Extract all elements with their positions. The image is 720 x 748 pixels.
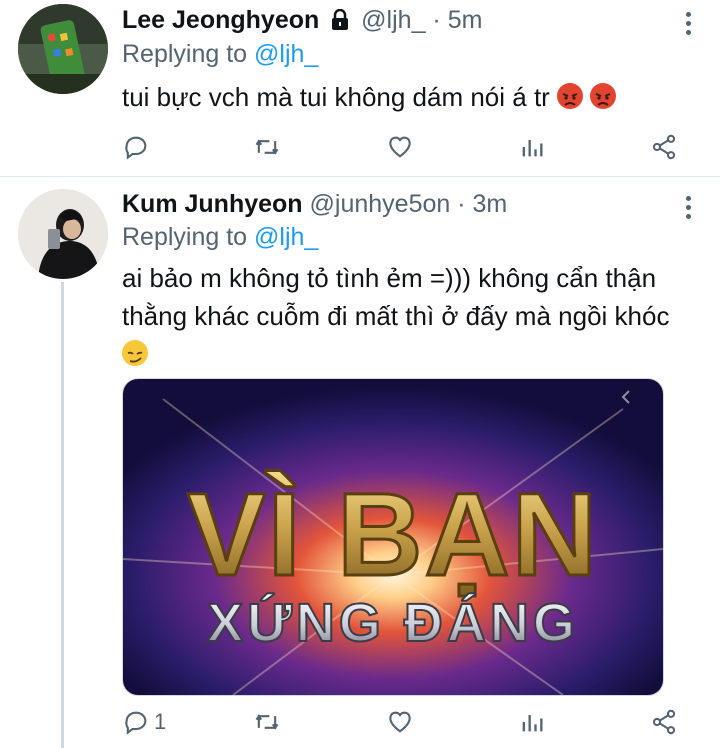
tweet-text-line-1: ai bảo m không tỏ tình ẻm =))) không cẩn… <box>122 263 657 293</box>
author-name[interactable]: Lee Jeonghyeon <box>122 6 319 34</box>
analytics-button[interactable] <box>518 130 546 164</box>
author-handle[interactable]: @ljh_ <box>361 6 425 34</box>
separator-dot: · <box>457 190 466 218</box>
angry-face-icon <box>557 83 584 109</box>
analytics-icon <box>522 715 543 732</box>
reply-icon <box>125 711 147 735</box>
retweet-button[interactable] <box>253 130 281 164</box>
author-handle[interactable]: @junhye5on <box>310 190 451 218</box>
tweet-1[interactable]: Lee Jeonghyeon @ljh_ · 5m Replying to @l… <box>0 0 720 176</box>
like-icon <box>389 711 411 733</box>
share-button[interactable] <box>650 705 678 739</box>
tweet-text: ai bảo m không tỏ tình ẻm =))) không cẩn… <box>122 259 712 373</box>
tweet-2[interactable]: Kum Junhyeon @junhye5on · 3m Replying to… <box>0 177 720 748</box>
reply-count: 1 <box>154 709 167 734</box>
replying-prefix: Replying to <box>122 223 248 251</box>
tweet-text-content: tui bực vch mà tui không dám nói á tr <box>122 82 550 112</box>
author-name[interactable]: Kum Junhyeon <box>122 190 303 218</box>
timestamp[interactable]: 5m <box>448 6 483 34</box>
mention-link[interactable]: @ljh_ <box>254 223 318 251</box>
media-text-bottom: XỨNG ĐÁNG <box>207 593 579 653</box>
share-icon <box>652 709 676 735</box>
tweet-text-line-2: thằng khác cuỗm đi mất thì ở đấy mà ngồi… <box>122 301 670 331</box>
share-icon <box>652 134 676 160</box>
lock-icon <box>330 8 350 38</box>
reply-icon <box>125 136 147 160</box>
reply-button[interactable]: 1 <box>122 705 166 739</box>
tweet-actions <box>122 130 692 164</box>
reply-button[interactable] <box>122 130 150 164</box>
avatar-image <box>18 189 108 279</box>
author-line: Kum Junhyeon @junhye5on · 3m <box>122 190 507 219</box>
tweet-text: tui bực vch mà tui không dám nói á tr <box>122 78 712 116</box>
media-graphic: VÌ BẠN XỨNG ĐÁNG <box>123 379 663 695</box>
avatar[interactable] <box>18 189 108 279</box>
author-line: Lee Jeonghyeon @ljh_ · 5m <box>122 6 482 38</box>
analytics-button[interactable] <box>518 705 546 739</box>
media-text-top: VÌ BẠN <box>187 469 599 601</box>
retweet-icon <box>255 714 279 730</box>
tweet-actions: 1 <box>122 705 692 739</box>
thread-line <box>61 282 64 748</box>
like-button[interactable] <box>386 130 414 164</box>
analytics-icon <box>522 140 543 157</box>
replying-prefix: Replying to <box>122 40 248 68</box>
replying-to: Replying to @ljh_ <box>122 223 318 252</box>
like-button[interactable] <box>386 705 414 739</box>
media-image[interactable]: VÌ BẠN XỨNG ĐÁNG <box>122 378 664 696</box>
timestamp[interactable]: 3m <box>473 190 508 218</box>
more-options-icon[interactable] <box>686 196 694 223</box>
smirking-face-icon <box>122 340 148 366</box>
retweet-button[interactable] <box>253 705 281 739</box>
retweet-icon <box>255 139 279 155</box>
replying-to: Replying to @ljh_ <box>122 40 318 69</box>
more-options-icon[interactable] <box>686 12 694 39</box>
like-icon <box>389 136 411 158</box>
avatar-image <box>18 4 108 94</box>
mention-link[interactable]: @ljh_ <box>254 40 318 68</box>
separator-dot: · <box>432 6 441 34</box>
angry-face-icon <box>590 83 617 109</box>
avatar[interactable] <box>18 4 108 94</box>
share-button[interactable] <box>650 130 678 164</box>
